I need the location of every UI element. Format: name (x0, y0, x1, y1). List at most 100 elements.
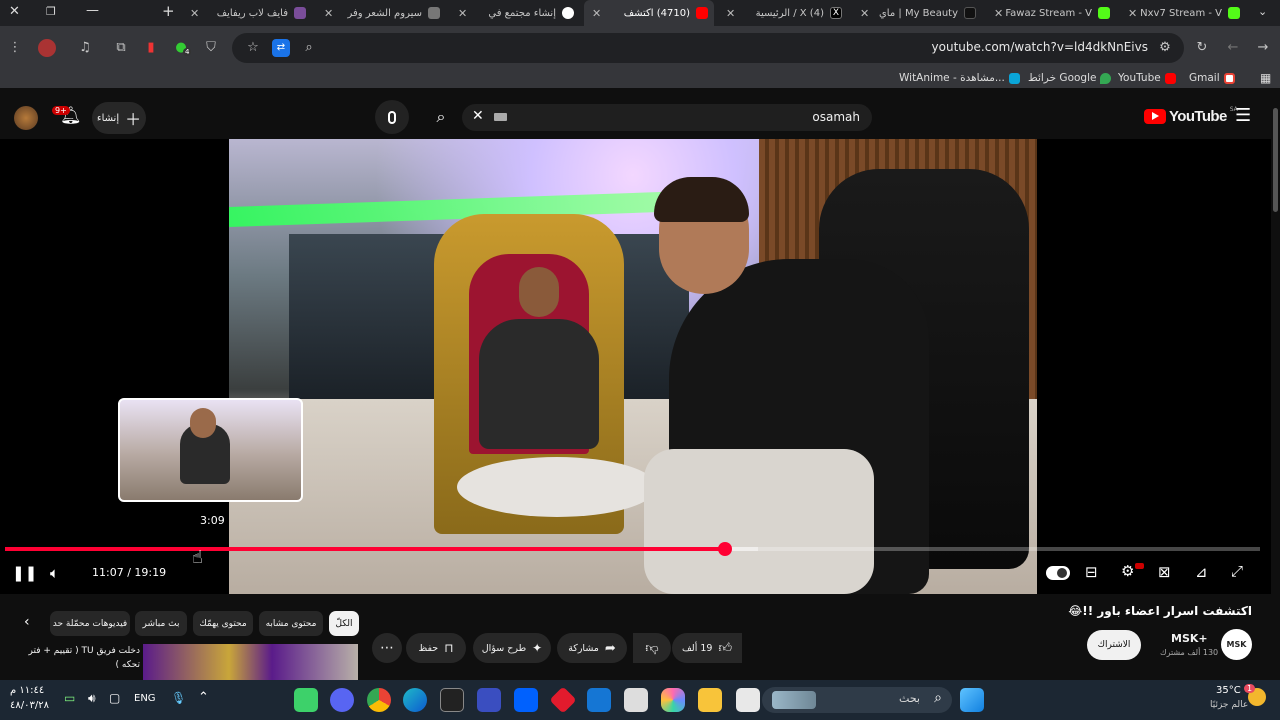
search-input[interactable]: osamah (812, 110, 860, 124)
weather-text[interactable]: عالم جزئيًا (1210, 700, 1248, 710)
network-icon[interactable]: ▢ (109, 691, 120, 705)
taskbar-app-icon[interactable] (624, 688, 648, 712)
mic-tray-icon[interactable]: 🎙︎ (171, 691, 186, 705)
taskbar-app-icon[interactable] (477, 688, 501, 712)
translate-icon[interactable]: ⇄ (272, 39, 290, 57)
guide-menu-icon[interactable]: ☰ (1235, 105, 1251, 126)
new-tab-icon[interactable]: + (162, 2, 175, 20)
chips-scroll-left-icon[interactable]: ‹ (24, 614, 30, 630)
share-button[interactable]: ➦ مشاركة (557, 633, 627, 663)
clock-time[interactable]: ١١:٤٤ م (10, 685, 44, 696)
tab[interactable]: ✕ X (4) X / الرئيسية (718, 0, 848, 26)
save-button[interactable]: ⊓ حفظ (406, 633, 466, 663)
media-control-icon[interactable]: ♫ (76, 39, 94, 57)
pause-icon[interactable]: ❚❚ (12, 564, 37, 582)
taskbar-explorer-icon[interactable] (698, 688, 722, 712)
dislike-button[interactable]: 👎︎ (633, 633, 671, 663)
search-icon[interactable]: ⌕ (424, 102, 458, 132)
close-tab-icon[interactable]: ✕ (726, 7, 735, 20)
tab[interactable]: ✕ Nxv7 Stream - V (1120, 0, 1246, 26)
tab[interactable]: ✕ فايف لاب ريفايف (182, 0, 312, 26)
site-settings-icon[interactable]: ⚙ (1156, 39, 1174, 57)
bookmark-star-icon[interactable]: ☆ (244, 39, 262, 57)
ask-button[interactable]: ✦ طرح سؤال (473, 633, 551, 663)
chip-uploads[interactable]: فيديوهات محمّلة حد (50, 611, 130, 636)
page-scrollbar[interactable] (1271, 98, 1280, 680)
taskbar-epic-icon[interactable] (440, 688, 464, 712)
bookmark-gmail[interactable]: Gmail (1189, 72, 1235, 84)
url-text[interactable]: youtube.com/watch?v=ld4dkNnEivs (932, 40, 1148, 54)
settings-gear-icon[interactable]: ⚙ (1121, 562, 1134, 580)
shield-icon[interactable]: ⛉ (202, 39, 220, 57)
keyboard-icon[interactable] (494, 113, 507, 121)
youtube-logo[interactable]: YouTube SA (1144, 106, 1238, 125)
clock-date[interactable]: ٤٨/٠٣/٢٨ (10, 700, 49, 711)
reload-icon[interactable]: ↻ (1193, 39, 1211, 57)
bookmark-youtube[interactable]: YouTube (1118, 72, 1176, 84)
close-tab-icon[interactable]: ✕ (860, 7, 869, 20)
extensions-icon[interactable]: ⧉ (112, 39, 130, 57)
tab[interactable]: ✕ My Beauty | ماي (852, 0, 982, 26)
taskbar-app-icon[interactable] (294, 688, 318, 712)
bookmark-google-maps[interactable]: خرائط Google (1028, 72, 1112, 84)
chip-live[interactable]: بث مباشر (135, 611, 187, 636)
recommendation-title[interactable]: دخلت فريق TU ( تقييم + فترة تجربة ) (28, 646, 140, 656)
subscribe-button[interactable]: الاشتراك (1087, 630, 1141, 660)
start-windows-icon[interactable] (960, 688, 984, 712)
menu-dots-icon[interactable]: ⋮ (6, 39, 24, 57)
video-frame[interactable] (229, 139, 1037, 594)
close-tab-icon[interactable]: ✕ (324, 7, 333, 20)
chip-similar[interactable]: محتوى مشابه (259, 611, 323, 636)
search-box[interactable]: ⌕ ✕ osamah (437, 104, 872, 131)
tab[interactable]: ✕ Fawaz Stream - V (986, 0, 1116, 26)
create-button[interactable]: إنشاء ＋ (92, 102, 146, 134)
back-icon[interactable]: → (1254, 39, 1272, 57)
scrollbar-thumb[interactable] (1273, 108, 1278, 212)
minimize-window-icon[interactable]: — (86, 3, 99, 18)
tab[interactable]: ✕ إنشاء مجتمع في (450, 0, 580, 26)
voice-search-button[interactable] (375, 100, 409, 134)
close-tab-icon[interactable]: ✕ (190, 7, 199, 20)
taskbar-app-icon[interactable] (549, 686, 577, 714)
input-language[interactable]: ENG (134, 693, 156, 704)
address-bar[interactable]: ☆ ⇄ ⌕ youtube.com/watch?v=ld4dkNnEivs ⚙ (232, 33, 1184, 63)
tab-search-icon[interactable]: ⌄ (1258, 5, 1267, 18)
close-tab-icon[interactable]: ✕ (458, 7, 467, 20)
clear-search-icon[interactable]: ✕ (472, 108, 484, 124)
volume-tray-icon[interactable]: 🔊︎ (88, 691, 96, 706)
close-window-icon[interactable]: ✕ (9, 4, 20, 19)
taskbar-outlook-icon[interactable] (587, 688, 611, 712)
zoom-icon[interactable]: ⌕ (300, 39, 318, 57)
taskbar-copilot-icon[interactable] (661, 688, 685, 712)
taskbar-discord-icon[interactable] (330, 688, 354, 712)
restore-window-icon[interactable]: ❐ (46, 5, 56, 18)
profile-avatar-icon[interactable] (38, 39, 56, 57)
chip-all[interactable]: الكلّ (329, 611, 359, 636)
cast-icon[interactable]: ⊿ (1195, 563, 1208, 581)
tab-active[interactable]: ✕ (4710) اكتشف (584, 0, 714, 26)
close-tab-icon[interactable]: ✕ (1128, 7, 1137, 20)
taskbar-taskview-icon[interactable] (736, 688, 760, 712)
subtitles-icon[interactable]: ⊟ (1085, 563, 1098, 581)
more-actions-button[interactable]: ⋯ (372, 633, 402, 663)
account-avatar[interactable] (14, 106, 38, 130)
taskbar-chrome-icon[interactable] (367, 688, 391, 712)
forward-icon[interactable]: ← (1224, 39, 1242, 57)
like-button[interactable]: 👍︎ 19 ألف (672, 633, 742, 663)
video-player[interactable]: 3:09 ☝ ❚❚ 🔈︎ 11:07 / 19:19 ⊟ ⚙ ⊠ ⊿ ⤢ (0, 139, 1280, 594)
battery-icon[interactable]: ▭ (64, 691, 75, 705)
tray-overflow-icon[interactable]: ⌃ (198, 690, 209, 705)
fullscreen-icon[interactable]: ⤢ (1231, 562, 1243, 580)
chip-for-you[interactable]: محتوى يهمّك (193, 611, 253, 636)
tab[interactable]: ✕ سيروم الشعر وفر (316, 0, 446, 26)
close-tab-icon[interactable]: ✕ (994, 7, 1003, 20)
channel-name[interactable]: MSK+ (1171, 632, 1208, 645)
recommendation-thumbnail[interactable] (143, 644, 358, 680)
channel-avatar[interactable]: MSK (1221, 629, 1252, 660)
volume-icon[interactable]: 🔈︎ (50, 564, 59, 582)
bookmark-witanime[interactable]: WitAnime - مشاهدة... (899, 72, 1020, 84)
miniplayer-icon[interactable]: ⊠ (1158, 563, 1171, 581)
extension-icon[interactable]: ▮ (142, 39, 160, 57)
taskbar-edge-icon[interactable] (403, 688, 427, 712)
autoplay-toggle[interactable] (1046, 566, 1070, 580)
